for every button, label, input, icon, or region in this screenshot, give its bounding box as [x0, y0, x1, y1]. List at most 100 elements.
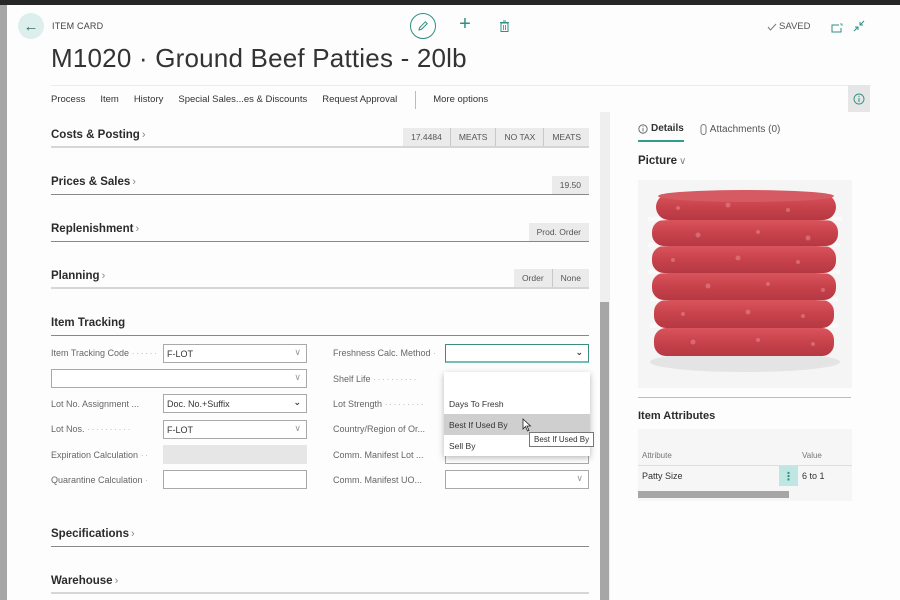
action-history[interactable]: History: [134, 94, 164, 105]
chevron-down-icon: ∨: [294, 372, 301, 382]
summary-pills: 17.4484 MEATS NO TAX MEATS: [403, 128, 589, 146]
field-label: Lot Strength ·········: [333, 399, 426, 409]
expiration-calculation-field: [163, 445, 307, 464]
lot-nos-field[interactable]: F-LOT ∨: [163, 420, 307, 439]
chevron-down-icon: ∨: [576, 473, 583, 483]
freshness-calc-method-select[interactable]: ⌄: [445, 344, 589, 363]
pill-gen-prod-posting-group: MEATS: [449, 128, 496, 146]
section-planning-header[interactable]: Planning ›: [51, 270, 105, 282]
tab-label: Details: [651, 123, 684, 134]
action-special-sales-prices-discounts[interactable]: Special Sales...es & Discounts: [178, 94, 307, 105]
more-vertical-icon: ⋮: [783, 470, 794, 483]
action-bar: Process Item History Special Sales...es …: [51, 85, 871, 113]
dropdown-option-days-to-fresh[interactable]: Days To Fresh: [444, 393, 590, 414]
open-in-new-window-button[interactable]: [831, 20, 843, 38]
section-replenishment-header[interactable]: Replenishment ›: [51, 223, 139, 235]
edit-button[interactable]: [410, 13, 436, 39]
factbox-tabs: Details Attachments (0): [638, 123, 796, 142]
pill-replenishment-system: Prod. Order: [528, 223, 589, 241]
comm-manifest-uom-field[interactable]: ∨: [445, 470, 589, 489]
chevron-right-icon: ›: [141, 129, 146, 141]
attribute-value-cell: 6 to 1: [802, 471, 825, 481]
breadcrumb: ITEM CARD: [52, 21, 104, 31]
chevron-down-icon: ⌄: [293, 397, 301, 407]
field-label: Lot Nos. ··········: [51, 424, 133, 434]
item-tracking-code-field[interactable]: F-LOT ∨: [163, 344, 307, 363]
field-label: Lot No. Assignment ...: [51, 399, 140, 409]
header-divider: [638, 465, 852, 466]
action-request-approval[interactable]: Request Approval: [322, 94, 397, 105]
tab-details[interactable]: Details: [638, 123, 684, 142]
chevron-right-icon: ›: [135, 223, 140, 235]
pill-inventory-posting-group: MEATS: [543, 128, 589, 146]
delete-button[interactable]: [499, 19, 510, 37]
attributes-horizontal-scrollbar[interactable]: [638, 491, 789, 498]
summary-pills: Prod. Order: [528, 223, 589, 241]
collapse-button[interactable]: [853, 19, 865, 37]
open-in-new-window-icon: [831, 23, 843, 33]
summary-pills: 19.50: [551, 176, 589, 194]
check-icon: [767, 23, 777, 31]
quarantine-calculation-field[interactable]: [163, 470, 307, 489]
item-picture[interactable]: [638, 180, 852, 388]
section-warehouse-header[interactable]: Warehouse ›: [51, 575, 118, 587]
page-title: M1020 · Ground Beef Patties - 20lb: [51, 43, 467, 73]
picture-title: Picture: [638, 155, 677, 167]
column-header-attribute[interactable]: Attribute: [642, 451, 672, 460]
item-card-page: ← ITEM CARD M1020 · Ground Beef Patties …: [7, 5, 900, 600]
chevron-down-icon: ∨: [294, 347, 301, 357]
chevron-down-icon: ∨: [679, 156, 687, 167]
picture-header[interactable]: Picture ∨: [638, 155, 686, 167]
field-label: Expiration Calculation ··: [51, 450, 150, 460]
tab-label: Attachments (0): [709, 124, 781, 135]
section-specifications-header[interactable]: Specifications ›: [51, 528, 135, 540]
left-edge: [0, 5, 7, 600]
dropdown-option-blank[interactable]: [444, 372, 590, 393]
collapse-icon: [853, 20, 865, 32]
section-prices-sales: Prices & Sales › 19.50: [51, 173, 589, 195]
pill-unit-cost: 17.4484: [403, 128, 450, 146]
action-process[interactable]: Process: [51, 94, 85, 105]
tab-attachments[interactable]: Attachments (0): [700, 123, 781, 142]
pill-unit-price: 19.50: [551, 176, 589, 194]
pill-reordering-policy: Order: [513, 269, 552, 287]
section-title: Specifications: [51, 528, 129, 540]
section-title: Replenishment: [51, 223, 134, 235]
pencil-icon: [418, 21, 428, 31]
row-actions-button[interactable]: ⋮: [779, 466, 798, 486]
option-tooltip: Best If Used By: [529, 432, 595, 447]
section-title: Prices & Sales: [51, 176, 131, 188]
field-value: F-LOT: [167, 424, 193, 435]
new-button[interactable]: +: [456, 13, 474, 35]
plus-icon: +: [459, 13, 471, 35]
section-prices-sales-header[interactable]: Prices & Sales ›: [51, 176, 136, 188]
paperclip-icon: [700, 124, 707, 135]
section-planning: Planning › Order None: [51, 267, 589, 289]
lot-no-assignment-method-select[interactable]: Doc. No.+Suffix ⌄: [163, 394, 307, 413]
item-attributes-title: Item Attributes: [638, 410, 716, 422]
item-tracking-description-field[interactable]: ∨: [51, 369, 307, 388]
back-button[interactable]: ←: [18, 13, 44, 39]
main-scrollbar-thumb[interactable]: [600, 302, 609, 600]
chevron-right-icon: ›: [114, 575, 119, 587]
factbox-pane: Details Attachments (0) Picture ∨ Item A…: [609, 112, 900, 600]
beef-patties-image: [638, 180, 852, 388]
section-title: Warehouse: [51, 575, 113, 587]
action-item[interactable]: Item: [100, 94, 118, 105]
mouse-cursor-icon: [522, 418, 532, 432]
info-icon: [638, 123, 648, 134]
section-title: Planning: [51, 270, 100, 282]
column-header-value[interactable]: Value: [802, 451, 822, 460]
chevron-down-icon: ⌄: [575, 347, 583, 357]
item-attributes-table: Attribute Value Patty Size ⋮ 6 to 1: [638, 429, 852, 501]
section-title: Costs & Posting: [51, 129, 140, 141]
section-costs-posting-header[interactable]: Costs & Posting ›: [51, 129, 145, 141]
more-options-button[interactable]: More options: [433, 94, 488, 105]
field-label: Comm. Manifest Lot ...: [333, 450, 424, 460]
picture-divider: [638, 397, 851, 398]
saved-label: SAVED: [779, 21, 811, 32]
section-item-tracking-header[interactable]: Item Tracking: [51, 317, 125, 329]
factbox-toggle-button[interactable]: [848, 85, 870, 113]
attribute-name-cell: Patty Size: [642, 471, 683, 481]
field-label: Shelf Life ··········: [333, 374, 419, 384]
